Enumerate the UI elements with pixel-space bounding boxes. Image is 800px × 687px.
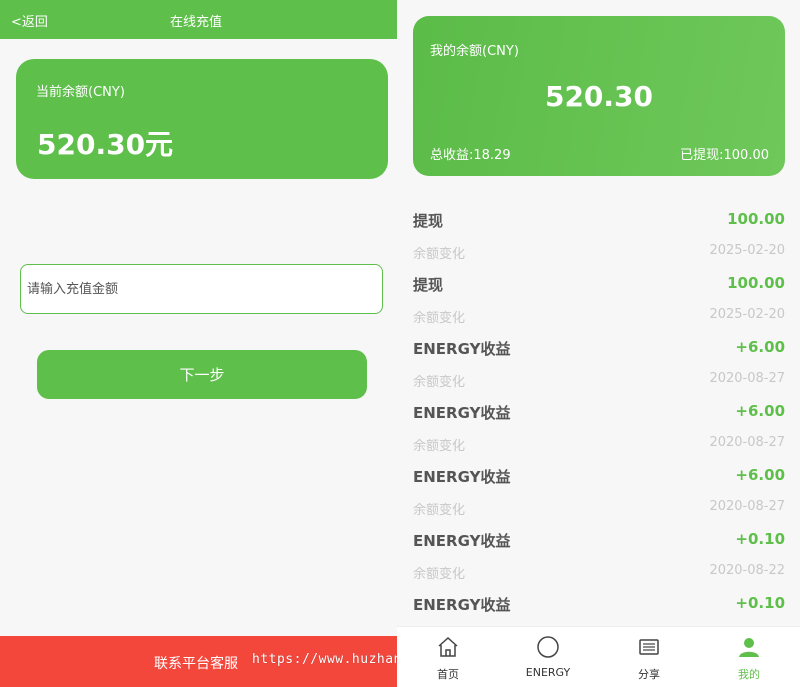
record-date: 2020-08-27: [709, 435, 785, 450]
record-title: ENERGY收益: [413, 404, 511, 422]
record-title: ENERGY收益: [413, 340, 511, 358]
record-item[interactable]: ENERGY收益 +0.10 余额变化 2020-08-22: [413, 522, 785, 586]
record-item[interactable]: ENERGY收益 +6.00 余额变化 2020-08-27: [413, 330, 785, 394]
total-withdrawn: 已提现:100.00: [680, 148, 769, 163]
record-item[interactable]: ENERGY收益 +6.00 余额变化 2020-08-27: [413, 394, 785, 458]
user-icon: [699, 635, 799, 659]
recharge-amount-input[interactable]: [20, 264, 383, 314]
screen: <返回 在线充值 当前余额(CNY) 520.30元 下一步 联系平台客服 ht…: [0, 0, 800, 687]
tab-label: 我的: [738, 668, 760, 681]
record-amount: +0.10: [735, 594, 785, 612]
recharge-panel: <返回 在线充值 当前余额(CNY) 520.30元 下一步 联系平台客服 ht…: [0, 0, 526, 687]
balance-value: 520.30元: [37, 128, 174, 161]
tab-label: 分享: [638, 668, 660, 681]
total-income: 总收益:18.29: [430, 148, 511, 163]
record-title: 提现: [413, 212, 444, 230]
record-type: 余额变化: [413, 567, 466, 582]
circle-icon: [498, 635, 598, 659]
record-amount: 100.00: [727, 210, 785, 228]
record-type: 余额变化: [413, 247, 466, 262]
record-amount: +6.00: [735, 338, 785, 356]
recharge-header: <返回 在线充值: [0, 0, 397, 39]
contact-support-label: 联系平台客服: [154, 656, 238, 672]
tab-label: ENERGY: [525, 666, 571, 679]
balance-records-list: 提现 100.00 余额变化 2025-02-20 提现 100.00 余额变化…: [413, 202, 785, 650]
record-type: 余额变化: [413, 311, 466, 326]
record-amount: 100.00: [727, 274, 785, 292]
record-type: 余额变化: [413, 439, 466, 454]
record-title: ENERGY收益: [413, 468, 511, 486]
record-title: ENERGY收益: [413, 532, 511, 550]
balance-card: 当前余额(CNY) 520.30元: [16, 59, 388, 179]
next-step-button[interactable]: 下一步: [37, 350, 367, 399]
record-title: ENERGY收益: [413, 596, 511, 614]
tab-home[interactable]: 首页: [398, 627, 498, 687]
record-item[interactable]: ENERGY收益 +6.00 余额变化 2020-08-27: [413, 458, 785, 522]
record-date: 2025-02-20: [709, 307, 785, 322]
ticket-icon: [599, 635, 699, 659]
tab-share[interactable]: 分享: [599, 627, 699, 687]
wallet-panel: 我的余额(CNY) 520.30 总收益:18.29 已提现:100.00 提现…: [397, 0, 800, 687]
home-icon: [398, 635, 498, 659]
tab-mine[interactable]: 我的: [699, 627, 799, 687]
tab-energy[interactable]: ENERGY: [498, 627, 598, 687]
record-date: 2020-08-27: [709, 371, 785, 386]
wallet-card: 我的余额(CNY) 520.30 总收益:18.29 已提现:100.00: [413, 16, 785, 176]
record-date: 2025-02-20: [709, 243, 785, 258]
bottom-tab-bar: 首页 ENERGY 分享 我的: [397, 626, 800, 687]
record-date: 2020-08-27: [709, 499, 785, 514]
record-date: 2020-08-22: [709, 563, 785, 578]
balance-label: 当前余额(CNY): [36, 85, 125, 100]
record-type: 余额变化: [413, 503, 466, 518]
record-amount: +0.10: [735, 530, 785, 548]
record-title: 提现: [413, 276, 444, 294]
record-item[interactable]: 提现 100.00 余额变化 2025-02-20: [413, 266, 785, 330]
wallet-value: 520.30: [544, 80, 654, 113]
record-type: 余额变化: [413, 375, 466, 390]
record-item[interactable]: 提现 100.00 余额变化 2025-02-20: [413, 202, 785, 266]
wallet-label: 我的余额(CNY): [430, 44, 519, 59]
page-title: 在线充值: [169, 15, 222, 30]
tab-label: 首页: [437, 668, 459, 681]
record-amount: +6.00: [735, 402, 785, 420]
record-amount: +6.00: [735, 466, 785, 484]
